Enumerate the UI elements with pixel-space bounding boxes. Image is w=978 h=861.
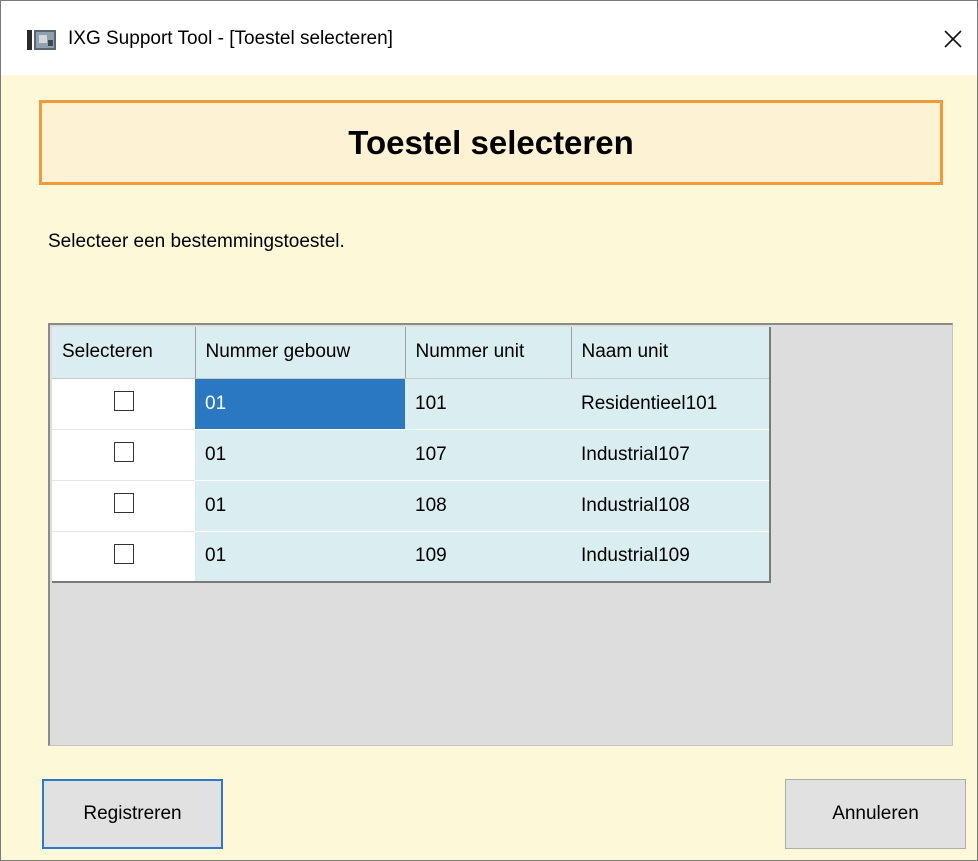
row-checkbox[interactable] [113,442,134,463]
row-checkbox[interactable] [113,391,134,412]
column-header-select[interactable]: Selecteren [52,327,196,379]
column-header-unit-number[interactable]: Nummer unit [405,327,572,379]
table-header-row: Selecteren Nummer gebouw Nummer unit Naa… [52,327,771,379]
instruction-text: Selecteer een bestemmingstoestel. [48,231,345,252]
dialog-window: IXG Support Tool - [Toestel selecteren] … [0,0,978,861]
unit-name-cell[interactable]: Industrial109 [571,531,771,583]
unit-number-cell[interactable]: 109 [405,531,571,583]
unit-number-cell[interactable]: 108 [405,480,571,532]
building-number-cell[interactable]: 01 [195,429,405,481]
register-button[interactable]: Registreren [42,779,223,849]
table-row[interactable]: 01 101 Residentieel101 [52,378,771,430]
device-grid[interactable]: Selecteren Nummer gebouw Nummer unit Naa… [48,323,953,746]
cancel-button[interactable]: Annuleren [785,779,966,849]
select-cell[interactable] [52,429,195,481]
column-header-unit-name[interactable]: Naam unit [571,327,771,379]
page-title: Toestel selecteren [348,123,634,161]
row-checkbox[interactable] [113,544,134,565]
close-button[interactable] [933,19,973,59]
device-table: Selecteren Nummer gebouw Nummer unit Naa… [52,327,771,583]
unit-name-cell[interactable]: Residentieel101 [571,378,771,430]
window-title: IXG Support Tool - [Toestel selecteren] [68,28,393,49]
select-cell[interactable] [52,480,195,532]
title-bar[interactable]: IXG Support Tool - [Toestel selecteren] [1,1,977,75]
building-number-cell[interactable]: 01 [195,531,405,583]
table-row[interactable]: 01 108 Industrial108 [52,480,771,532]
select-cell[interactable] [52,531,195,583]
table-row[interactable]: 01 107 Industrial107 [52,429,771,481]
unit-number-cell[interactable]: 101 [405,378,571,430]
unit-name-cell[interactable]: Industrial108 [571,480,771,532]
unit-name-cell[interactable]: Industrial107 [571,429,771,481]
building-number-cell[interactable]: 01 [195,378,405,430]
unit-number-cell[interactable]: 107 [405,429,571,481]
table-row[interactable]: 01 109 Industrial109 [52,531,771,583]
close-icon [944,30,962,48]
app-icon [27,30,56,50]
header-banner: Toestel selecteren [39,100,943,185]
column-header-building-number[interactable]: Nummer gebouw [195,327,406,379]
select-cell[interactable] [52,378,195,430]
building-number-cell[interactable]: 01 [195,480,405,532]
row-checkbox[interactable] [113,493,134,514]
